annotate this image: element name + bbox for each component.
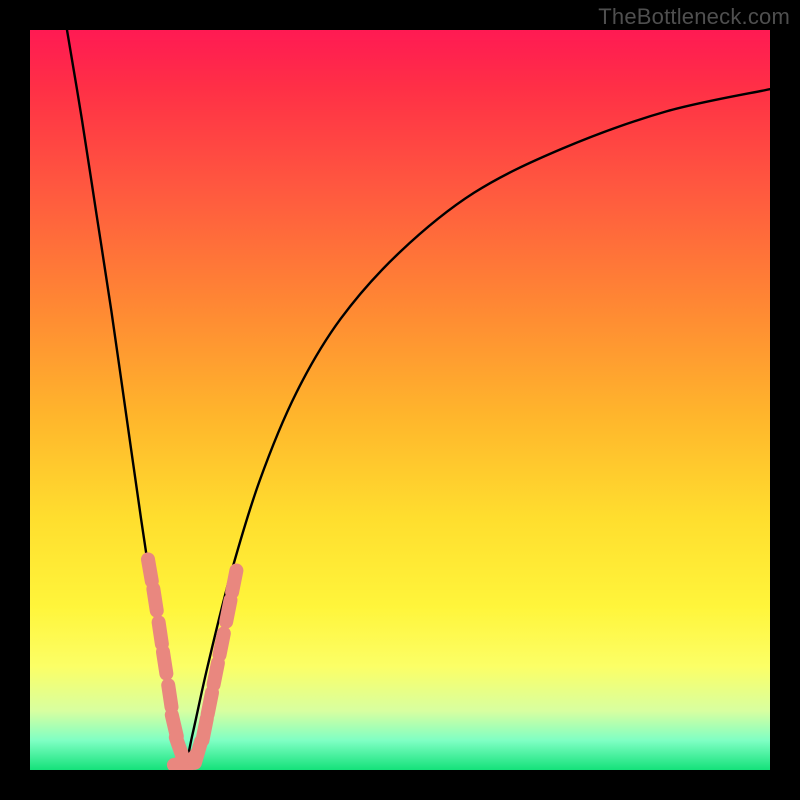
bottleneck-curve-path bbox=[67, 30, 770, 770]
highlight-marker bbox=[163, 652, 166, 674]
highlight-marker bbox=[153, 589, 156, 611]
highlight-marker bbox=[168, 685, 171, 707]
plot-area bbox=[30, 30, 770, 770]
highlight-marker bbox=[202, 719, 206, 741]
highlight-marker bbox=[148, 559, 152, 581]
chart-frame: TheBottleneck.com bbox=[0, 0, 800, 800]
watermark-text: TheBottleneck.com bbox=[598, 4, 790, 30]
highlight-marker bbox=[214, 663, 218, 685]
bottleneck-curve bbox=[67, 30, 770, 770]
curve-layer bbox=[30, 30, 770, 770]
highlight-marker bbox=[226, 600, 230, 622]
highlight-marker bbox=[208, 693, 212, 715]
highlight-marker bbox=[232, 571, 236, 593]
highlight-marker bbox=[220, 633, 224, 655]
highlight-marker bbox=[176, 737, 183, 758]
highlight-marker bbox=[159, 622, 162, 644]
